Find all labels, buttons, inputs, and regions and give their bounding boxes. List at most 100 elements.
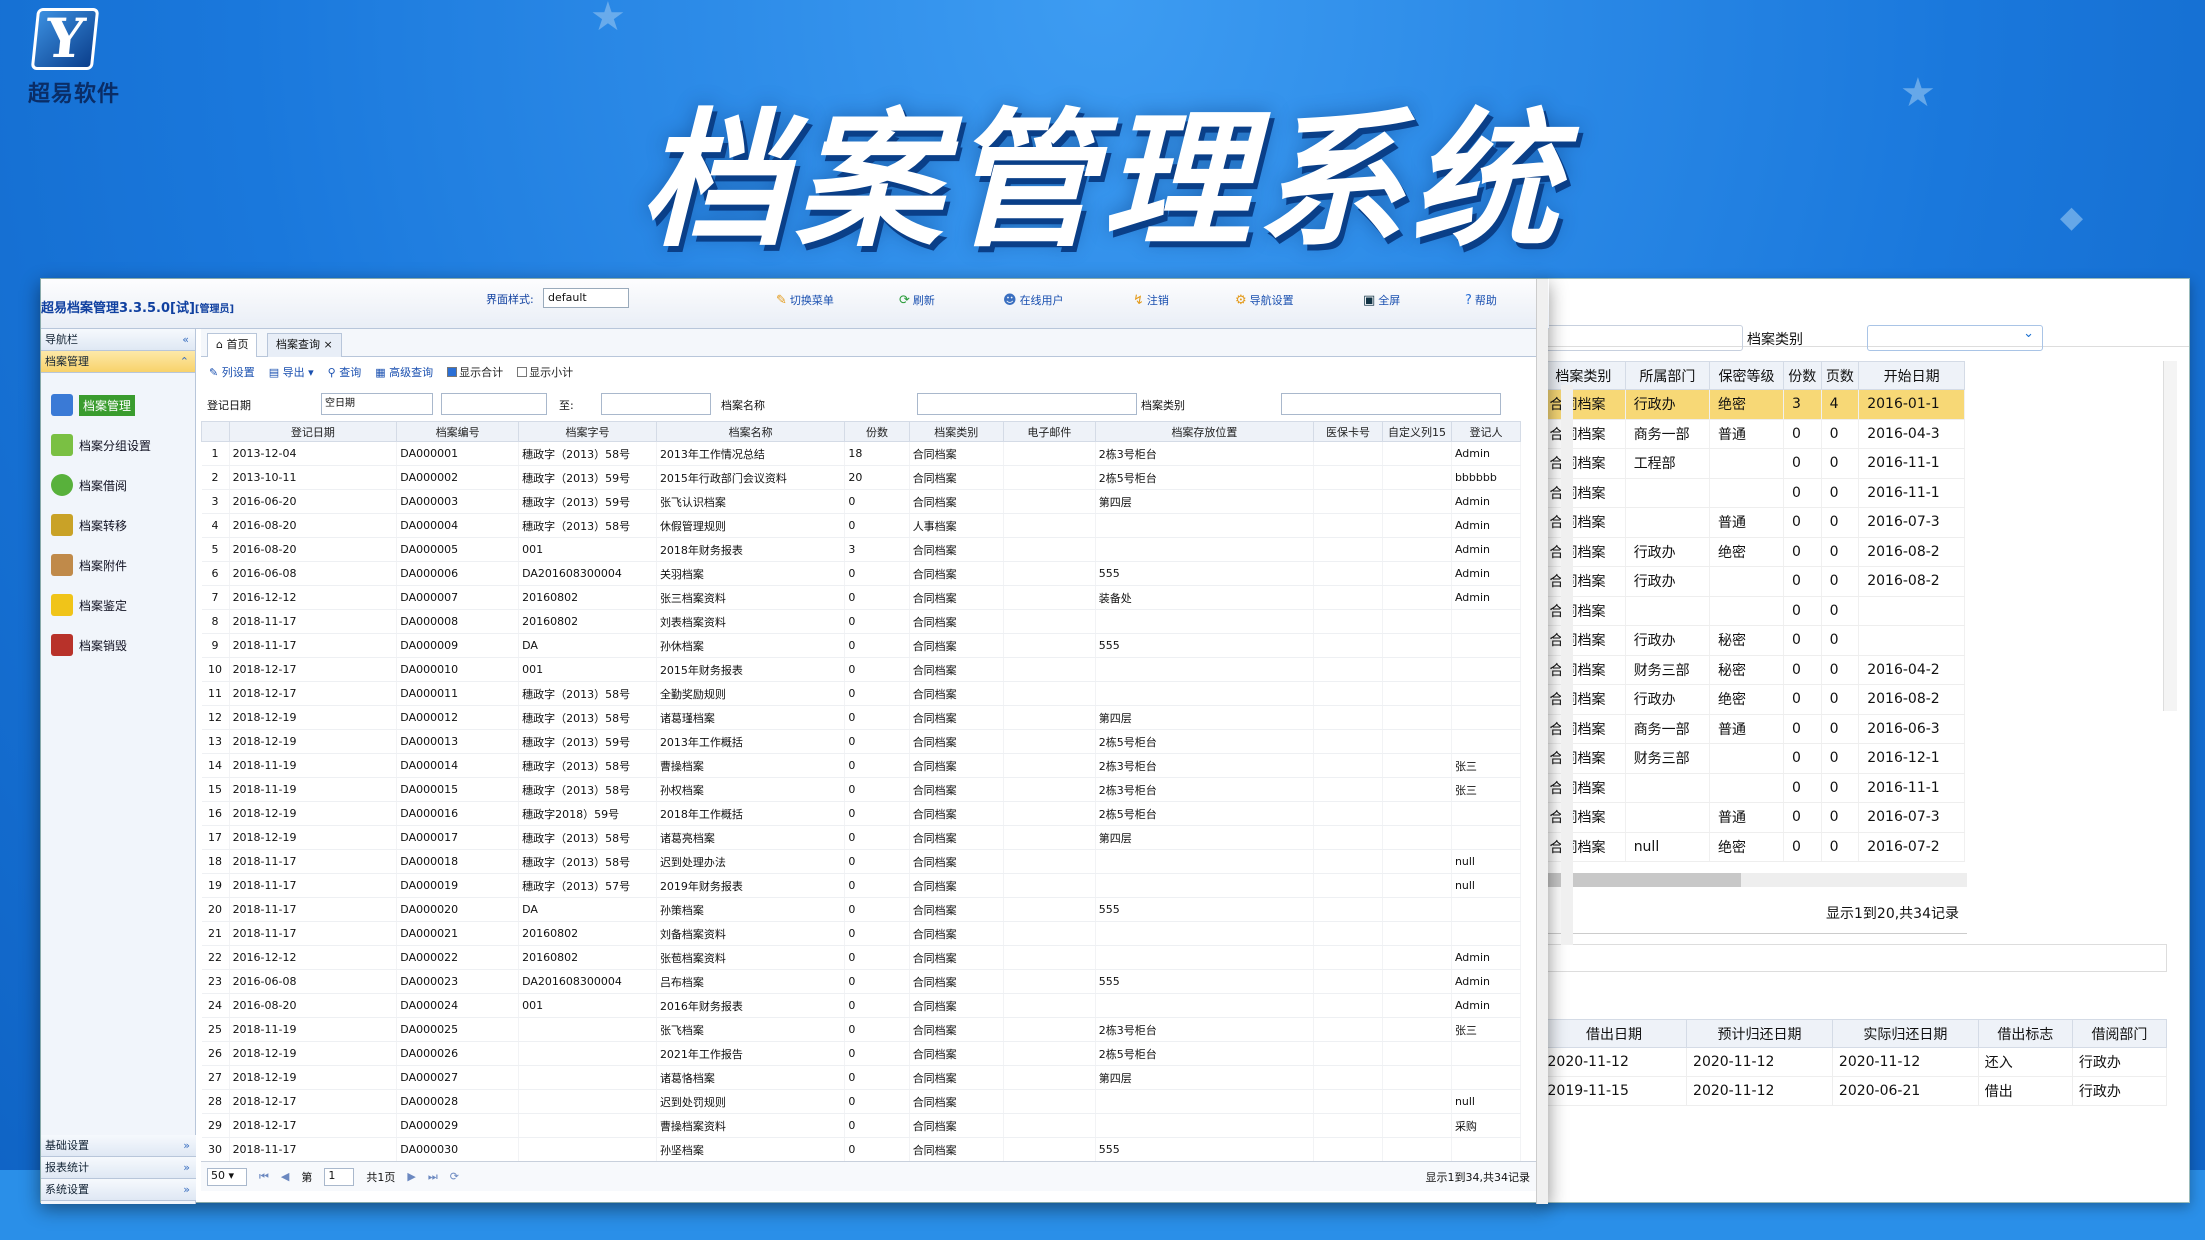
- sidebar-section-basic[interactable]: 基础设置 »: [41, 1135, 196, 1157]
- column-header[interactable]: 自定义列15: [1382, 421, 1452, 442]
- sidebar-item-appraise[interactable]: 档案鉴定: [41, 585, 195, 625]
- column-header[interactable]: 借阅部门: [2071, 1019, 2168, 1048]
- table-row[interactable]: 14 2018-11-19 DA000014 穗政字（2013）58号 曹操档案 0 合同档…: [201, 753, 1522, 778]
- table-row[interactable]: 28 2018-12-17 DA000028 迟到处罚规则 0 合同档案 null: [201, 1089, 1522, 1114]
- table-row[interactable]: 合同档案 行政办 绝密 0 0 2016-08-2: [1541, 684, 1965, 715]
- page-input[interactable]: 1: [324, 1167, 355, 1186]
- table-row[interactable]: 11 2018-12-17 DA000011 穗政字（2013）58号 全勤奖励规则 0 合…: [201, 681, 1522, 706]
- table-row[interactable]: 18 2018-11-17 DA000018 穗政字（2013）58号 迟到处理办法 0 合…: [201, 849, 1522, 874]
- refresh-icon[interactable]: ⟳: [450, 1170, 459, 1183]
- sidebar-section-archive[interactable]: 档案管理 ⌃: [41, 351, 195, 373]
- table-row[interactable]: 合同档案 普通 0 0 2016-07-3: [1541, 802, 1965, 833]
- table-row[interactable]: 30 2018-11-17 DA000030 孙坚档案 0 合同档案 555: [201, 1137, 1522, 1162]
- table-row[interactable]: 2020-11-12 2020-11-12 2020-11-12 还入 行政办: [1541, 1047, 2168, 1077]
- table-row[interactable]: 10 2018-12-17 DA000010 001 2015年财务报表 0 合同档案: [201, 657, 1522, 682]
- table-row[interactable]: 合同档案 商务一部 普通 0 0 2016-06-3: [1541, 714, 1965, 744]
- column-header[interactable]: 开始日期: [1858, 361, 1965, 390]
- show-subtotal-checkbox[interactable]: 显示小计: [517, 364, 573, 380]
- table-row[interactable]: 20 2018-11-17 DA000020 DA 孙策档案 0 合同档案 555: [201, 897, 1522, 922]
- prev-page-icon[interactable]: ◀: [281, 1170, 289, 1183]
- table-row[interactable]: 合同档案 行政办 绝密 3 4 2016-01-1: [1541, 389, 1965, 420]
- table-row[interactable]: 5 2016-08-20 DA000005 001 2018年财务报表 3 合同档案 Admi…: [201, 537, 1522, 562]
- table-row[interactable]: 25 2018-11-19 DA000025 张飞档案 0 合同档案 2栋3号柜台 张三: [201, 1017, 1522, 1042]
- column-settings-button[interactable]: ✎ 列设置: [209, 364, 255, 380]
- table-row[interactable]: 合同档案 行政办 秘密 0 0: [1541, 625, 1965, 656]
- nav-logout[interactable]: ↯ 注销: [1133, 292, 1169, 308]
- table-row[interactable]: 15 2018-11-19 DA000015 穗政字（2013）58号 孙权档案 0 合同档…: [201, 777, 1522, 802]
- show-total-checkbox[interactable]: 显示合计: [447, 364, 503, 380]
- nav-help[interactable]: ? 帮助: [1465, 292, 1497, 308]
- advanced-query-button[interactable]: ▦ 高级查询: [375, 364, 433, 380]
- table-row[interactable]: 2 2013-10-11 DA000002 穗政字（2013）59号 2015年行政部门…: [201, 465, 1522, 490]
- sidebar-item-archive[interactable]: 档案管理: [41, 385, 195, 425]
- window-scrollbar[interactable]: [1536, 279, 1548, 1204]
- table-row[interactable]: 19 2018-11-17 DA000019 穗政字（2013）57号 2019年财务报…: [201, 873, 1522, 898]
- theme-select[interactable]: default: [543, 288, 629, 308]
- tab-archive-query[interactable]: 档案查询 ×: [267, 333, 342, 357]
- column-header[interactable]: 登记日期: [228, 421, 398, 442]
- column-header[interactable]: 档案编号: [396, 421, 520, 442]
- tab-home[interactable]: ⌂ 首页: [207, 333, 258, 357]
- column-header[interactable]: 借出日期: [1540, 1019, 1688, 1048]
- type-select[interactable]: [1281, 393, 1501, 415]
- column-header[interactable]: 电子邮件: [1002, 421, 1096, 442]
- sidebar-item-group[interactable]: 档案分组设置: [41, 425, 195, 465]
- date-to-input[interactable]: [601, 393, 711, 415]
- table-row[interactable]: 27 2018-12-19 DA000027 诸葛恪档案 0 合同档案 第四层: [201, 1065, 1522, 1090]
- table-row[interactable]: 合同档案 0 0 2016-11-1: [1541, 773, 1965, 803]
- column-header[interactable]: 医保卡号: [1313, 421, 1384, 442]
- column-header[interactable]: 档案字号: [518, 421, 657, 442]
- detail-filter-select[interactable]: ⌄: [1867, 325, 2043, 351]
- name-input[interactable]: [917, 393, 1137, 415]
- column-header[interactable]: 登记人: [1450, 421, 1522, 442]
- table-row[interactable]: 24 2016-08-20 DA000024 001 2016年财务报表 0 合同档案 Adm…: [201, 993, 1522, 1018]
- query-button[interactable]: ⚲ 查询: [328, 364, 362, 380]
- table-row[interactable]: 合同档案 商务一部 普通 0 0 2016-04-3: [1541, 419, 1965, 449]
- table-row[interactable]: 9 2018-11-17 DA000009 DA 孙休档案 0 合同档案 555: [201, 633, 1522, 658]
- table-row[interactable]: 合同档案 0 0: [1541, 596, 1965, 626]
- column-header[interactable]: 档案存放位置: [1094, 421, 1315, 442]
- last-page-icon[interactable]: ⏭: [428, 1170, 438, 1184]
- column-header[interactable]: 档案类别: [1541, 361, 1626, 390]
- table-row[interactable]: 16 2018-12-19 DA000016 穗政字2018）59号 2018年工作概括…: [201, 801, 1522, 826]
- table-row[interactable]: 8 2018-11-17 DA000008 20160802 刘表档案资料 0 合同档案: [201, 609, 1522, 634]
- nav-online-users[interactable]: ☻ 在线用户: [1003, 292, 1064, 308]
- table-row[interactable]: 12 2018-12-19 DA000012 穗政字（2013）58号 诸葛瑾档案 0 合同…: [201, 705, 1522, 730]
- table-row[interactable]: 4 2016-08-20 DA000004 穗政字（2013）58号 休假管理规则 0 人事…: [201, 513, 1522, 538]
- nav-settings[interactable]: ⚙ 导航设置: [1235, 292, 1294, 308]
- column-header[interactable]: 页数: [1820, 361, 1860, 390]
- column-header[interactable]: 所属部门: [1624, 361, 1711, 390]
- table-row[interactable]: 合同档案 工程部 0 0 2016-11-1: [1541, 448, 1965, 479]
- page-size-select[interactable]: 50 ▾: [207, 1167, 247, 1186]
- table-row[interactable]: 合同档案 null 绝密 0 0 2016-07-2: [1541, 832, 1965, 862]
- table-row[interactable]: 7 2016-12-12 DA000007 20160802 张三档案资料 0 合同档案 装备…: [201, 585, 1522, 610]
- collapse-icon[interactable]: «: [182, 329, 189, 351]
- table-row[interactable]: 合同档案 财务三部 秘密 0 0 2016-04-2: [1541, 655, 1965, 685]
- table-row[interactable]: 22 2016-12-12 DA000022 20160802 张苞档案资料 0 合同档案 A…: [201, 945, 1522, 970]
- column-header[interactable]: 档案名称: [655, 421, 846, 442]
- column-header[interactable]: 实际归还日期: [1831, 1019, 1979, 1048]
- column-header[interactable]: 预计归还日期: [1686, 1019, 1833, 1048]
- sidebar-section-report[interactable]: 报表统计 »: [41, 1157, 196, 1179]
- column-header[interactable]: 借出标志: [1977, 1019, 2073, 1048]
- date-from-input[interactable]: [441, 393, 547, 415]
- column-header[interactable]: 档案类别: [908, 421, 1004, 442]
- table-row[interactable]: 13 2018-12-19 DA000013 穗政字（2013）59号 2013年工作概…: [201, 729, 1522, 754]
- table-row[interactable]: 合同档案 0 0 2016-11-1: [1541, 478, 1965, 508]
- table-row[interactable]: 17 2018-12-19 DA000017 穗政字（2013）58号 诸葛亮档案 0 合同…: [201, 825, 1522, 850]
- table-row[interactable]: 合同档案 行政办 0 0 2016-08-2: [1541, 566, 1965, 597]
- table-row[interactable]: 2019-11-15 2020-11-12 2020-06-21 借出 行政办: [1541, 1076, 2168, 1106]
- nav-refresh[interactable]: ⟳ 刷新: [899, 292, 935, 308]
- table-row[interactable]: 29 2018-12-17 DA000029 曹操档案资料 0 合同档案 采购: [201, 1113, 1522, 1138]
- sidebar-item-borrow[interactable]: 档案借阅: [41, 465, 195, 505]
- detail-scrollbar[interactable]: [2163, 361, 2177, 711]
- nav-fullscreen[interactable]: ▣ 全屏: [1363, 292, 1400, 308]
- table-row[interactable]: 合同档案 行政办 绝密 0 0 2016-08-2: [1541, 537, 1965, 567]
- sidebar-item-destroy[interactable]: 档案销毁: [41, 625, 195, 665]
- sidebar-item-attachment[interactable]: 档案附件: [41, 545, 195, 585]
- table-row[interactable]: 21 2018-11-17 DA000021 20160802 刘备档案资料 0 合同档案: [201, 921, 1522, 946]
- first-page-icon[interactable]: ⏮: [259, 1170, 269, 1184]
- nav-toggle-menu[interactable]: ✎ 切换菜单: [776, 292, 834, 308]
- table-row[interactable]: 23 2016-06-08 DA000023 DA201608300004 吕布档案 0 合…: [201, 969, 1522, 994]
- table-row[interactable]: 1 2013-12-04 DA000001 穗政字（2013）58号 2013年工作情况…: [201, 441, 1522, 466]
